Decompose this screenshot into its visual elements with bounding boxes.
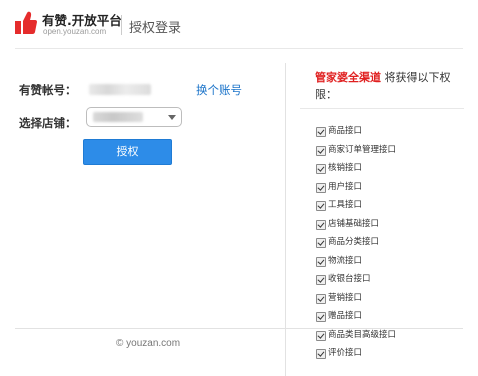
footer-copyright: © youzan.com [116, 338, 181, 349]
permission-label: 店铺基础接口 [328, 218, 380, 229]
checkbox-checked-icon[interactable] [316, 256, 326, 267]
page-title: 授权登录 [129, 21, 182, 36]
store-select[interactable] [86, 107, 182, 127]
account-value-redacted [89, 84, 151, 95]
header: 有赞.开放平台 open.youzan.com 授权登录 [0, 0, 478, 48]
permission-label: 工具接口 [328, 200, 363, 210]
checkbox-checked-icon[interactable] [316, 127, 326, 137]
checkbox-checked-icon[interactable] [316, 349, 326, 359]
permission-label: 赠品接口 [328, 311, 363, 321]
thumbs-up-logo-icon [15, 11, 37, 34]
checkbox-checked-icon[interactable] [316, 275, 326, 285]
column-divider [285, 63, 286, 376]
logo-subtitle: open.youzan.com [43, 27, 107, 36]
permission-label: 营销接口 [328, 292, 363, 303]
authorize-button[interactable]: 授权 [83, 139, 172, 165]
permission-label: 商品类目高级接口 [328, 329, 397, 340]
permission-label: 评价接口 [328, 348, 363, 358]
permission-label: 用户接口 [328, 181, 363, 192]
checkbox-checked-icon[interactable] [316, 219, 326, 230]
checkbox-checked-icon[interactable] [316, 293, 326, 304]
checkbox-checked-icon[interactable] [316, 201, 326, 211]
store-label: 选择店铺： [19, 116, 77, 130]
checkbox-checked-icon[interactable] [316, 164, 326, 174]
checkbox-checked-icon[interactable] [316, 330, 326, 341]
header-rule [15, 48, 463, 49]
store-select-value-redacted [93, 112, 143, 122]
app-name: 管家婆全渠道 [315, 71, 381, 84]
permission-label: 商品分类接口 [328, 237, 380, 247]
permission-label: 核销接口 [328, 163, 363, 173]
footer-rule [15, 328, 463, 329]
chevron-down-icon [168, 115, 176, 120]
permission-label: 收银台接口 [328, 274, 371, 284]
account-label: 有赞帐号： [19, 83, 77, 97]
permission-label: 商品接口 [328, 126, 363, 136]
checkbox-checked-icon[interactable] [316, 145, 326, 156]
permission-label: 商家订单管理接口 [328, 144, 397, 155]
switch-account-link[interactable]: 换个账号 [196, 82, 242, 98]
permissions-header: 管家婆全渠道 将获得以下权限： [315, 69, 465, 103]
checkbox-checked-icon[interactable] [316, 312, 326, 322]
checkbox-checked-icon[interactable] [316, 182, 326, 193]
header-divider [121, 15, 122, 35]
permission-label: 物流接口 [328, 255, 363, 266]
permissions-rule [300, 108, 464, 109]
checkbox-checked-icon[interactable] [316, 238, 326, 248]
